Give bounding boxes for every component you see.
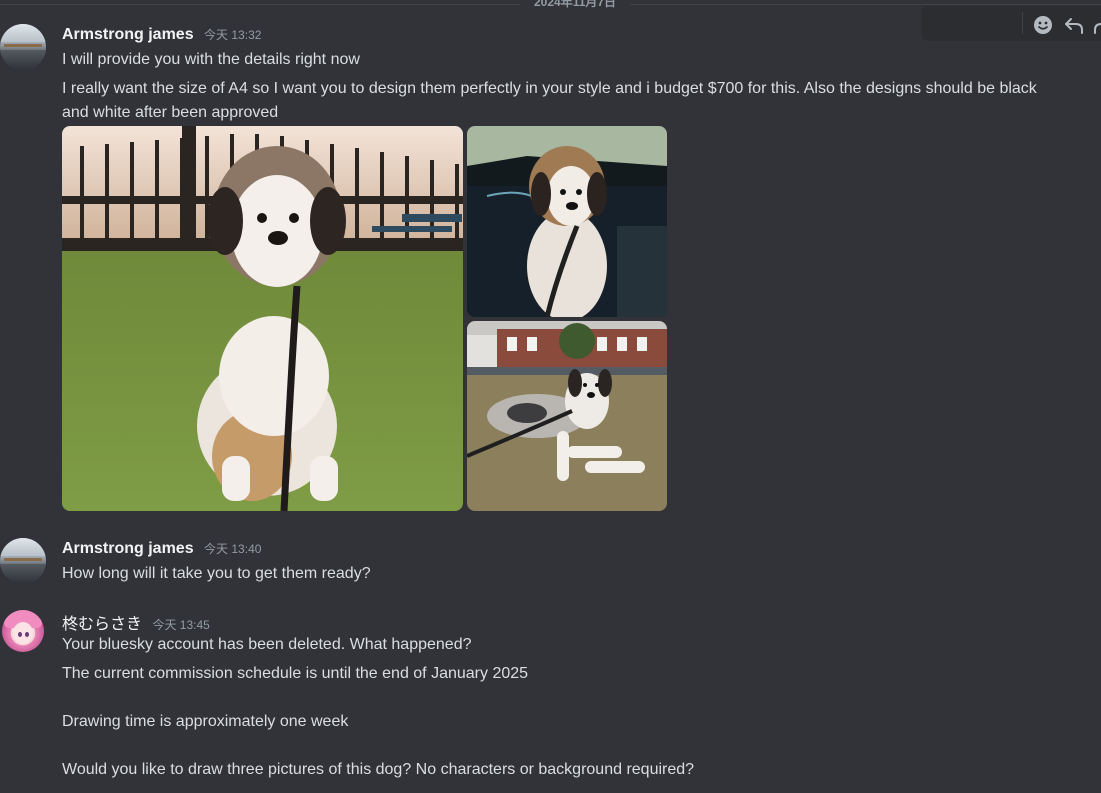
message: Armstrong james 今天 13:32 I will provide … xyxy=(0,24,1101,514)
divider-line xyxy=(0,4,520,5)
timestamp[interactable]: 今天 13:32 xyxy=(204,28,261,42)
divider-line xyxy=(630,4,1101,5)
message-header: 柊むらさき 今天 13:45 xyxy=(62,610,210,633)
message-text: I will provide you with the details righ… xyxy=(62,51,360,68)
message-text: Would you like to draw three pictures of… xyxy=(62,761,695,778)
username[interactable]: Armstrong james xyxy=(62,26,194,43)
message-header: Armstrong james 今天 13:40 xyxy=(62,540,261,560)
avatar[interactable] xyxy=(0,24,46,70)
message: 柊むらさき 今天 13:45 Your bluesky account has … xyxy=(0,608,1101,793)
message-text: I really want the size of A4 so I want y… xyxy=(62,80,1037,97)
message-text: Your bluesky account has been deleted. W… xyxy=(62,636,472,653)
message-text: How long will it take you to get them re… xyxy=(62,565,371,582)
message-header: Armstrong james 今天 13:32 xyxy=(62,26,261,46)
reply-arrow-icon[interactable] xyxy=(1063,14,1085,36)
dog-photo[interactable] xyxy=(62,126,463,511)
timestamp[interactable]: 今天 13:45 xyxy=(152,618,209,632)
date-divider-label: 2024年11月7日 xyxy=(534,0,617,9)
avatar[interactable] xyxy=(0,538,46,584)
chat-view: 2024年11月7日 Armstrong james 今天 13:32 I wi… xyxy=(0,0,1101,793)
image-gallery xyxy=(62,126,667,511)
forward-icon[interactable] xyxy=(1092,14,1101,36)
message-text: The current commission schedule is until… xyxy=(62,665,529,682)
dog-photo[interactable] xyxy=(467,126,667,317)
dog-photo[interactable] xyxy=(467,321,667,511)
timestamp[interactable]: 今天 13:40 xyxy=(204,542,261,556)
username[interactable]: 柊むらさき xyxy=(62,614,142,633)
message-hover-toolbar xyxy=(922,6,1101,40)
message-text: Drawing time is approximately one week xyxy=(62,713,349,730)
username[interactable]: Armstrong james xyxy=(62,540,194,557)
message-text: and white after been approved xyxy=(62,104,279,121)
message: Armstrong james 今天 13:40 How long will i… xyxy=(0,538,1101,588)
toolbar-divider xyxy=(1022,12,1023,34)
avatar[interactable] xyxy=(2,610,44,652)
emoji-smile-icon[interactable] xyxy=(1032,14,1054,36)
